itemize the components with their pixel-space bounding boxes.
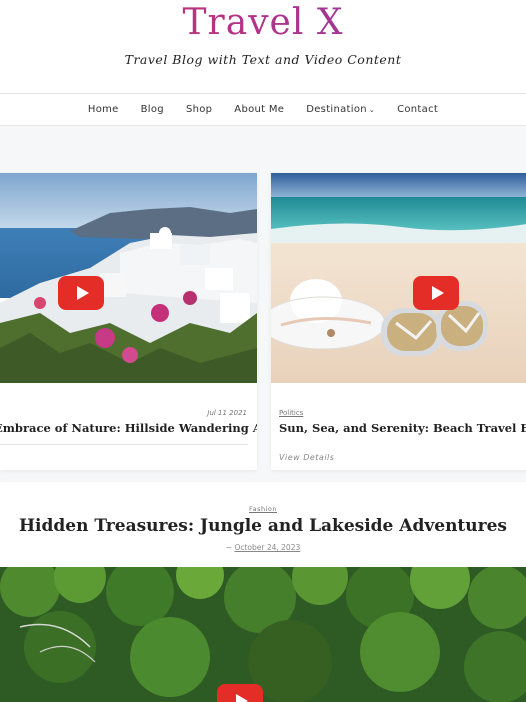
play-button-icon[interactable] [217, 684, 263, 702]
post-title[interactable]: Sun, Sea, and Serenity: Beach Travel Esc… [279, 421, 526, 435]
post-category[interactable]: Politics [279, 409, 303, 417]
main-nav: Home Blog Shop About Me Destination ⌄ Co… [0, 93, 526, 126]
hillside-image[interactable] [0, 173, 257, 383]
slider-card-hillside[interactable]: Jul 11 2021 Embrace of Nature: Hillside … [0, 173, 257, 470]
slider-card-hillside-body: Jul 11 2021 Embrace of Nature: Hillside … [0, 383, 257, 470]
featured-date-link[interactable]: October 24, 2023 [234, 543, 300, 552]
play-button-icon[interactable] [413, 276, 459, 310]
jungle-image[interactable] [0, 567, 526, 702]
view-details-link[interactable]: View Details [279, 453, 334, 462]
nav-item-destination[interactable]: Destination ⌄ [295, 104, 386, 115]
date-prefix: ~ [225, 543, 233, 552]
site-logo[interactable]: Travel X [0, 2, 526, 43]
site-tagline: Travel Blog with Text and Video Content [124, 52, 402, 67]
slider-card-beach[interactable]: Politics Sun, Sea, and Serenity: Beach T… [271, 173, 526, 470]
divider [0, 444, 248, 445]
nav-item-home[interactable]: Home [77, 104, 130, 115]
chevron-down-icon: ⌄ [368, 105, 376, 114]
nav-item-contact[interactable]: Contact [386, 104, 449, 115]
beach-image[interactable] [271, 173, 526, 383]
play-button-icon[interactable] [58, 276, 104, 310]
slider-card-beach-body: Politics Sun, Sea, and Serenity: Beach T… [271, 383, 526, 470]
featured-date: ~ October 24, 2023 [0, 543, 526, 552]
post-date: Jul 11 2021 [207, 409, 247, 417]
nav-item-blog[interactable]: Blog [130, 104, 175, 115]
nav-item-about-me[interactable]: About Me [223, 104, 295, 115]
nav-item-shop[interactable]: Shop [175, 104, 223, 115]
post-title[interactable]: Embrace of Nature: Hillside Wandering Ad… [0, 421, 257, 435]
featured-category[interactable]: Fashion [0, 505, 526, 513]
nav-item-destination-label: Destination [306, 104, 367, 115]
featured-title[interactable]: Hidden Treasures: Jungle and Lakeside Ad… [0, 516, 526, 536]
